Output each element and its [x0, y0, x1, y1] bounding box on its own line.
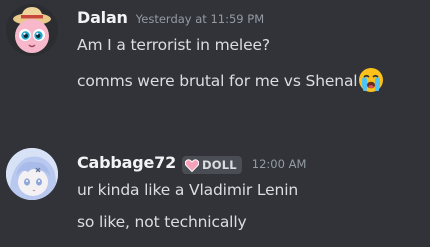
- pink-heart-icon: [185, 158, 200, 172]
- role-badge-label: DOLL: [202, 158, 237, 172]
- message-timestamp: 12:00 AM: [251, 157, 307, 171]
- anime-girl-avatar-icon[interactable]: [6, 148, 58, 200]
- message-timestamp: Yesterday at 11:59 PM: [135, 12, 265, 26]
- message-text: comms were brutal for me vs Shenal: [77, 72, 358, 90]
- message-text-row: comms were brutal for me vs Shenal: [77, 67, 384, 93]
- loudly-crying-face-icon[interactable]: [358, 67, 384, 93]
- message-text: so like, not technically: [77, 213, 247, 231]
- role-badge[interactable]: DOLL: [182, 156, 242, 174]
- author-name[interactable]: Dalan: [77, 8, 128, 27]
- message-text: Am I a terrorist in melee?: [77, 36, 270, 54]
- message-text: ur kinda like a Vladimir Lenin: [77, 181, 299, 199]
- author-name[interactable]: Cabbage72: [77, 153, 176, 172]
- jigglypuff-avatar-icon[interactable]: [6, 4, 58, 56]
